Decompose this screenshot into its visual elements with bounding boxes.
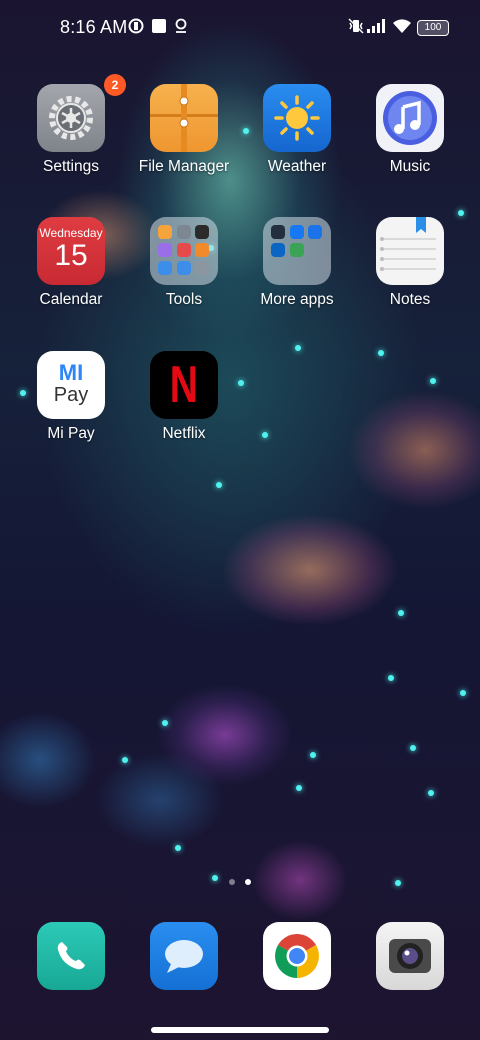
location-icon bbox=[173, 18, 189, 39]
app-file-manager[interactable]: File Manager bbox=[129, 84, 239, 176]
notepad-icon bbox=[376, 217, 444, 285]
notification-square-icon bbox=[151, 18, 167, 39]
app-label: Calendar bbox=[39, 291, 103, 308]
notification-badge: 2 bbox=[104, 74, 126, 96]
battery-indicator: 100 bbox=[417, 20, 449, 36]
app-calendar[interactable]: Wednesday 15 Calendar bbox=[16, 217, 126, 309]
folder-tools[interactable]: Tools bbox=[129, 217, 239, 309]
dock-camera[interactable] bbox=[355, 922, 465, 990]
camera-icon bbox=[376, 922, 444, 990]
app-label: Mi Pay bbox=[47, 425, 95, 442]
phone-icon bbox=[37, 922, 105, 990]
folder-icon bbox=[263, 217, 331, 285]
app-label: Notes bbox=[389, 291, 431, 308]
app-label: Tools bbox=[165, 291, 203, 308]
wifi-icon bbox=[392, 18, 412, 39]
app-mi-pay[interactable]: MI Pay Mi Pay bbox=[16, 351, 126, 443]
dock-messages[interactable] bbox=[129, 922, 239, 990]
page-indicator[interactable] bbox=[229, 879, 253, 885]
app-label: More apps bbox=[260, 291, 334, 308]
chat-bubble-icon bbox=[150, 922, 218, 990]
app-music[interactable]: Music bbox=[355, 84, 465, 176]
dock-phone[interactable] bbox=[16, 922, 126, 990]
calendar-day: Wednesday bbox=[39, 226, 103, 240]
mi-pay-logo-bottom: Pay bbox=[53, 384, 89, 406]
folder-more-apps[interactable]: More apps bbox=[242, 217, 352, 309]
status-bar: 8:16 AM 100 bbox=[0, 0, 480, 56]
gear-icon bbox=[37, 84, 105, 152]
app-label: Netflix bbox=[162, 425, 206, 442]
sun-icon bbox=[263, 84, 331, 152]
vpn-key-icon bbox=[128, 18, 144, 39]
app-label: Weather bbox=[267, 158, 327, 175]
chrome-icon bbox=[263, 922, 331, 990]
mi-pay-logo-top: MI bbox=[58, 360, 84, 385]
calendar-date: 15 bbox=[54, 239, 88, 272]
app-notes[interactable]: Notes bbox=[355, 217, 465, 309]
app-label: File Manager bbox=[138, 158, 230, 175]
status-time: 8:16 AM bbox=[60, 17, 128, 37]
app-netflix[interactable]: N Netflix bbox=[129, 351, 239, 443]
netflix-icon: N bbox=[150, 351, 218, 419]
mi-pay-icon: MI Pay bbox=[37, 351, 105, 419]
music-note-icon bbox=[376, 84, 444, 152]
dock-chrome[interactable] bbox=[242, 922, 352, 990]
page-dot-current[interactable] bbox=[245, 879, 251, 885]
app-settings[interactable]: 2 Settings bbox=[16, 74, 126, 176]
signal-icon bbox=[366, 18, 388, 39]
app-weather[interactable]: Weather bbox=[242, 84, 352, 176]
app-label: Settings bbox=[42, 158, 99, 175]
home-gesture-bar[interactable] bbox=[151, 1027, 329, 1033]
folder-envelope-icon bbox=[150, 84, 218, 152]
folder-icon bbox=[150, 217, 218, 285]
calendar-icon: Wednesday 15 bbox=[37, 217, 105, 285]
netflix-logo: N bbox=[169, 356, 199, 414]
page-dot[interactable] bbox=[229, 879, 235, 885]
vibrate-icon bbox=[348, 18, 364, 39]
app-label: Music bbox=[389, 158, 431, 175]
